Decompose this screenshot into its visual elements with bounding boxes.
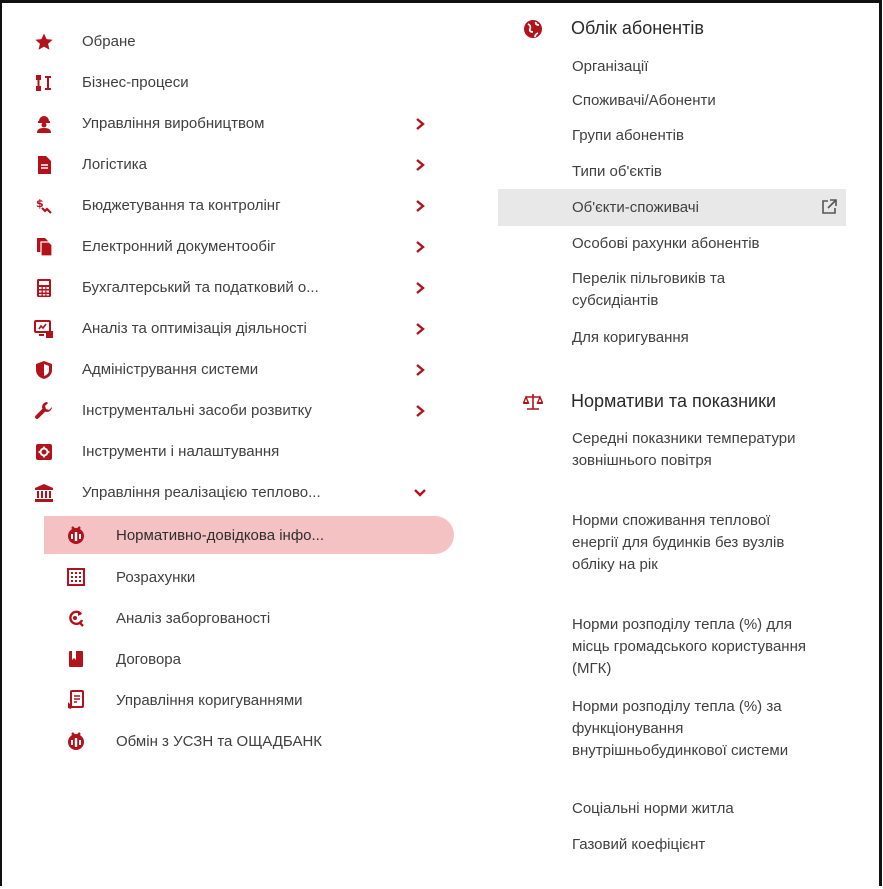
edit-document-icon <box>66 690 86 710</box>
process-icon <box>34 73 54 93</box>
link-gas-coefficient[interactable]: Газовий коефіцієнт <box>498 834 846 856</box>
menu-item-label: Бухгалтерський та податковий о... <box>82 279 319 296</box>
chevron-right-icon[interactable] <box>410 401 430 421</box>
link-consumers[interactable]: Споживачі/Абоненти <box>498 90 846 112</box>
sub-item-reference-info[interactable]: Нормативно-довідкова інфо... <box>44 516 454 554</box>
sub-item-label: Аналіз заборгованості <box>116 610 271 627</box>
section-header-norms: Нормативи та показники <box>498 385 858 417</box>
section-title: Облік абонентів <box>571 18 704 38</box>
menu-item-label: Управління реалізацією теплово... <box>82 484 321 501</box>
menu-item-label: Управління виробництвом <box>82 115 265 132</box>
menu-item-administration[interactable]: Адміністрування системи <box>10 350 460 390</box>
sub-item-exchange[interactable]: Обмін з УСЗН та ОЩАДБАНК <box>44 722 454 760</box>
chevron-right-icon[interactable] <box>410 237 430 257</box>
section-header-subscribers: Облік абонентів <box>498 12 858 44</box>
link-label: Середні показники температури зовнішньог… <box>572 430 796 469</box>
exchange-icon <box>66 731 86 751</box>
chevron-right-icon[interactable] <box>410 319 430 339</box>
link-label: Норми розподілу тепла (%) за функціонува… <box>572 698 789 759</box>
menu-item-label: Обране <box>82 33 136 50</box>
link-label: Перелік пільговиків та субсидіантів <box>572 270 726 309</box>
menu-item-edo[interactable]: Електронний документообіг <box>10 227 460 267</box>
reference-icon <box>66 525 86 545</box>
link-social-housing-norms[interactable]: Соціальні норми житла <box>498 798 846 820</box>
scales-icon <box>522 391 544 413</box>
sub-item-calculations[interactable]: Розрахунки <box>44 558 454 596</box>
chevron-right-icon[interactable] <box>410 114 430 134</box>
link-consumption-norms[interactable]: Норми споживання теплової енергії для бу… <box>498 510 846 598</box>
abacus-icon <box>66 567 86 587</box>
sub-item-label: Управління коригуваннями <box>116 692 303 709</box>
menu-item-analysis[interactable]: Аналіз та оптимізація діяльності <box>10 309 460 349</box>
link-label: Газовий коефіцієнт <box>572 836 706 853</box>
sub-item-corrections[interactable]: Управління коригуваннями <box>44 681 454 719</box>
link-heat-distribution-system[interactable]: Норми розподілу тепла (%) за функціонува… <box>498 696 846 784</box>
link-label: Соціальні норми житла <box>572 800 734 817</box>
gear-icon <box>34 442 54 462</box>
link-consumer-objects[interactable]: Об'єкти-споживачі <box>498 189 846 226</box>
sub-item-debt-analysis[interactable]: Аналіз заборгованості <box>44 599 454 637</box>
link-label: Споживачі/Абоненти <box>572 92 716 109</box>
sub-item-contracts[interactable]: Договора <box>44 640 454 678</box>
wrench-icon <box>34 401 54 421</box>
sub-item-label: Розрахунки <box>116 569 196 586</box>
star-icon <box>34 32 54 52</box>
link-label: Для коригування <box>572 329 689 346</box>
shield-icon <box>34 360 54 380</box>
chevron-right-icon[interactable] <box>410 196 430 216</box>
link-for-correction[interactable]: Для коригування <box>498 327 846 349</box>
chevron-right-icon[interactable] <box>410 278 430 298</box>
link-avg-temperature[interactable]: Середні показники температури зовнішньог… <box>498 428 846 494</box>
menu-item-dev-tools[interactable]: Інструментальні засоби розвитку <box>10 391 460 431</box>
menu-item-accounting[interactable]: Бухгалтерський та податковий о... <box>10 268 460 308</box>
link-label: Групи абонентів <box>572 127 684 144</box>
document-icon <box>34 155 54 175</box>
budget-icon: $ <box>34 196 54 216</box>
chevron-right-icon[interactable] <box>410 360 430 380</box>
link-label: Організації <box>572 58 649 75</box>
link-object-types[interactable]: Типи об'єктів <box>498 161 846 183</box>
open-external-icon[interactable] <box>820 198 838 216</box>
menu-item-favorites[interactable]: Обране <box>10 22 460 62</box>
menu-item-settings[interactable]: Інструменти і налаштування <box>10 432 460 472</box>
sub-item-label: Нормативно-довідкова інфо... <box>116 527 325 544</box>
refresh-search-icon <box>66 608 86 628</box>
link-heat-distribution-public[interactable]: Норми розподілу тепла (%) для місць гром… <box>498 614 846 680</box>
menu-item-label: Адміністрування системи <box>82 361 259 378</box>
menu-item-label: Інструментальні засоби розвитку <box>82 402 312 419</box>
menu-item-label: Інструменти і налаштування <box>82 443 280 460</box>
menu-item-logistics[interactable]: Логістика <box>10 145 460 185</box>
menu-item-label: Електронний документообіг <box>82 238 276 255</box>
analytics-icon <box>34 319 54 339</box>
menu-item-budgeting[interactable]: $ Бюджетування та контролінг <box>10 186 460 226</box>
menu-item-business-processes[interactable]: Бізнес-процеси <box>10 63 460 103</box>
menu-item-label: Аналіз та оптимізація діяльності <box>82 320 307 337</box>
sub-item-label: Обмін з УСЗН та ОЩАДБАНК <box>116 733 323 750</box>
menu-item-label: Логістика <box>82 156 147 173</box>
menu-item-label: Бізнес-процеси <box>82 74 189 91</box>
link-label: Норми споживання теплової енергії для бу… <box>572 512 785 573</box>
link-personal-accounts[interactable]: Особові рахунки абонентів <box>498 233 846 255</box>
globe-icon <box>522 18 544 40</box>
calculator-icon <box>34 278 54 298</box>
sub-item-label: Договора <box>116 651 181 668</box>
menu-item-label: Бюджетування та контролінг <box>82 197 281 214</box>
section-title: Нормативи та показники <box>571 391 776 411</box>
worker-icon <box>34 114 54 134</box>
menu-item-production[interactable]: Управління виробництвом <box>10 104 460 144</box>
documents-icon <box>34 237 54 257</box>
link-label: Норми розподілу тепла (%) для місць гром… <box>572 616 806 677</box>
menu-item-heat-sales[interactable]: Управління реалізацією теплово... <box>10 473 460 513</box>
chevron-down-icon[interactable] <box>410 483 430 503</box>
link-label: Об'єкти-споживачі <box>572 199 699 216</box>
link-organizations[interactable]: Організації <box>498 56 846 78</box>
bank-icon <box>34 483 54 503</box>
link-label: Особові рахунки абонентів <box>572 235 760 252</box>
link-beneficiaries[interactable]: Перелік пільговиків та субсидіантів <box>498 268 846 312</box>
link-subscriber-groups[interactable]: Групи абонентів <box>498 125 846 147</box>
link-label: Типи об'єктів <box>572 163 662 180</box>
book-icon <box>66 649 86 669</box>
chevron-right-icon[interactable] <box>410 155 430 175</box>
